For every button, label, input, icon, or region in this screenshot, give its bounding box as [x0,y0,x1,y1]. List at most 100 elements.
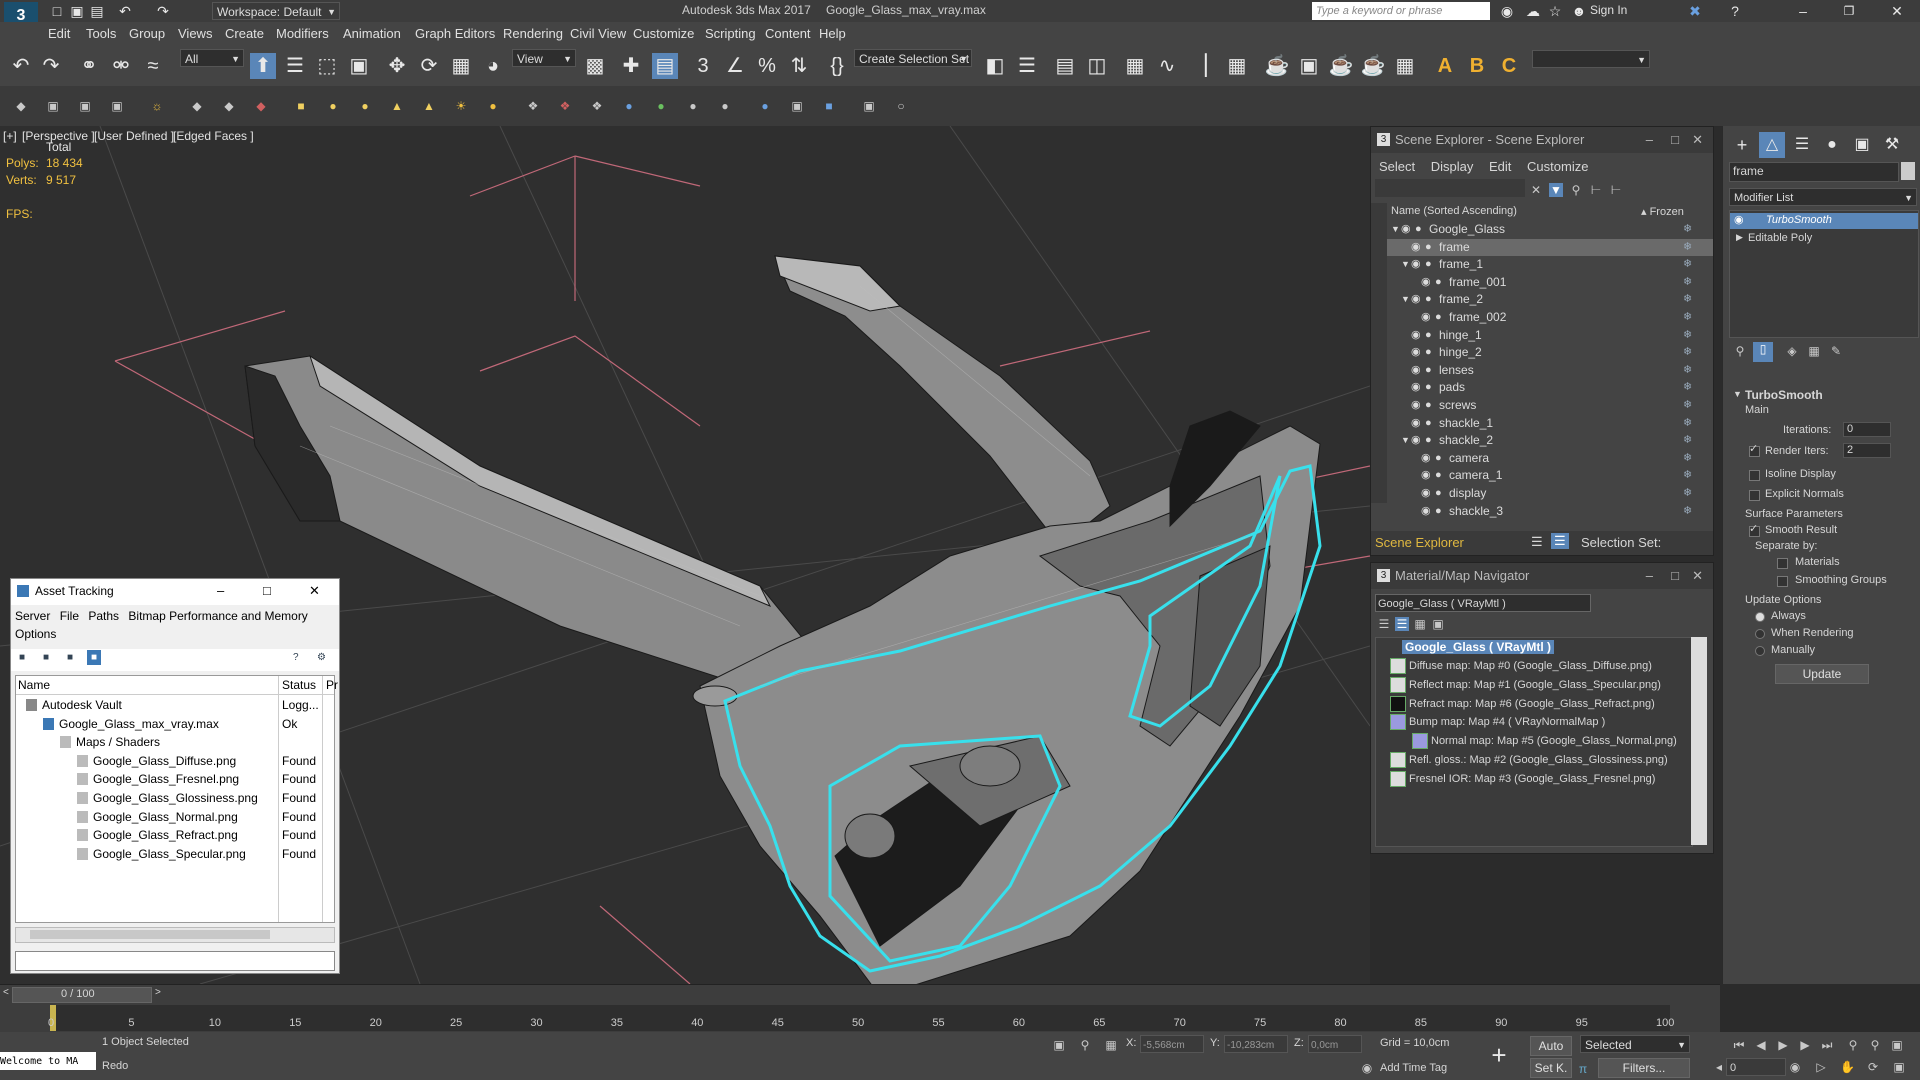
view-large-icons-icon[interactable]: ▣ [1431,617,1445,631]
col-header-name[interactable]: Name (Sorted Ascending) [1391,205,1517,217]
scene-tree-item[interactable]: ◉ ● lenses ❄ [1387,362,1713,379]
asset-row[interactable]: Google_Glass_Diffuse.png Found [16,752,334,770]
eye-icon[interactable]: ◉ [1411,327,1421,344]
spinner-snap-icon[interactable]: ⇅ [786,53,812,79]
se-menu-edit[interactable]: Edit [1489,159,1511,174]
reference-coord-dropdown[interactable]: View ▼ [512,49,576,67]
stack-item-turbosmooth[interactable]: ◉ TurboSmooth [1730,213,1918,229]
scene-tree-item[interactable]: ▼ ◉ ● frame_1 ❄ [1387,256,1713,273]
layer-icon[interactable]: ☰ [1531,534,1543,550]
render-activeshade-icon[interactable]: ▦ [1392,53,1418,79]
material-editor-icon[interactable]: ▦ [1224,53,1250,79]
material-map-item[interactable]: Reflect map: Map #1 (Google_Glass_Specul… [1390,676,1661,694]
show-end-result-icon[interactable]: ▯ [1753,342,1773,362]
vray-toolbar-icon-5[interactable]: ◆ [190,99,204,113]
asset-row[interactable]: Google_Glass_Specular.png Found [16,845,334,863]
freeze-icon[interactable]: ❄ [1683,432,1692,449]
scene-tree-item[interactable]: ▼ ◉ ● shackle_2 ❄ [1387,432,1713,449]
curve-editor-icon[interactable]: ∿ [1154,53,1180,79]
render-setup-icon[interactable]: ☕ [1264,53,1290,79]
key-selection-dropdown[interactable]: Selected ▼ [1580,1035,1690,1053]
rollout-collapse-icon[interactable]: ▼ [1733,389,1742,399]
freeze-icon[interactable]: ❄ [1683,309,1692,326]
asset-toolbar-icon-1[interactable]: ■ [19,652,25,663]
vray-toolbar-icon-13[interactable]: ▣ [862,99,876,113]
freeze-icon[interactable]: ❄ [1683,450,1692,467]
scene-tree-item[interactable]: ◉ ● shackle_3 ❄ [1387,503,1713,520]
render-toggle-icon[interactable]: ● [1425,291,1432,308]
vray-dome-light-icon[interactable]: ● [326,99,340,113]
material-map-item[interactable]: Fresnel IOR: Map #3 (Google_Glass_Fresne… [1390,770,1655,788]
asset-menu-options[interactable]: Options [15,627,56,641]
rotate-icon[interactable]: ⟳ [416,53,442,79]
menu-group[interactable]: Group [129,26,165,41]
freeze-icon[interactable]: ❄ [1683,415,1692,432]
asset-maximize-icon[interactable]: □ [263,583,271,598]
workspace-dropdown[interactable]: Workspace: Default ▼ [212,2,340,20]
unlink-icon[interactable]: ⚮ [108,53,134,79]
eye-icon[interactable]: ◉ [1421,309,1431,326]
eye-icon[interactable]: ◉ [1411,379,1421,396]
eye-icon[interactable]: ◉ [1421,467,1431,484]
vray-proxy-icon[interactable]: ❖ [526,99,540,113]
asset-toolbar-icon-4[interactable]: ■ [87,650,102,665]
material-map-item[interactable]: Refl. gloss.: Map #2 (Google_Glass_Gloss… [1390,752,1668,769]
motion-tab-icon[interactable]: ● [1819,132,1845,158]
menu-views[interactable]: Views [178,26,212,41]
pivot-center-icon[interactable]: ▩ [582,53,608,79]
expand-arrow-icon[interactable]: ▶ [1736,232,1743,243]
col-header-frozen[interactable]: ▴ Frozen [1641,205,1684,218]
display-tab-icon[interactable]: ▣ [1849,132,1875,158]
vray-toolbar-icon-10[interactable]: ● [758,99,772,113]
render-toggle-icon[interactable]: ● [1435,485,1442,502]
asset-row[interactable]: Maps / Shaders [16,733,334,751]
menu-animation[interactable]: Animation [343,26,401,41]
asset-toolbar-icon-2[interactable]: ■ [43,652,49,663]
expand-arrow-icon[interactable]: ▼ [1401,432,1410,449]
freeze-icon[interactable]: ❄ [1683,362,1692,379]
menu-customize[interactable]: Customize [633,26,694,41]
scene-tree-item[interactable]: ◉ ● pads ❄ [1387,379,1713,396]
eye-icon[interactable]: ◉ [1411,432,1421,449]
make-unique-icon[interactable]: ◈ [1785,344,1799,358]
matnav-minimize-icon[interactable]: – [1646,563,1653,589]
eye-icon[interactable]: ◉ [1411,415,1421,432]
asset-hscroll-thumb[interactable] [30,930,270,939]
object-name-field[interactable]: frame [1729,162,1899,182]
isolate-selection-icon[interactable]: ▣ [1052,1038,1066,1052]
se-menu-select[interactable]: Select [1379,159,1415,174]
vray-fur-icon[interactable]: ❖ [558,99,572,113]
render-toggle-icon[interactable]: ● [1425,239,1432,256]
field-of-view-icon[interactable]: ▷ [1814,1060,1828,1074]
render-toggle-icon[interactable]: ● [1425,432,1432,449]
layer-explorer-icon[interactable]: ◫ [1084,53,1110,79]
select-object-icon[interactable]: ⬆ [250,53,276,79]
auto-key-button[interactable]: Auto [1530,1036,1572,1056]
hierarchy-sort-icon[interactable]: ⊢ [1609,183,1623,197]
maxscript-listener[interactable]: Welcome to MA [0,1052,96,1070]
asset-col-name[interactable]: Name [18,678,50,692]
user-icon[interactable]: ☻ [1566,0,1592,24]
zoom-all-icon[interactable]: ⚲ [1868,1038,1882,1052]
freeze-icon[interactable]: ❄ [1683,239,1692,256]
time-tag-icon[interactable]: ◉ [1360,1061,1374,1075]
placement-icon[interactable]: ◕ [480,53,506,79]
sign-in-link[interactable]: Sign In [1590,3,1627,17]
undo-icon[interactable]: ↶ [8,53,34,79]
hierarchy-icon[interactable]: ⊢ [1589,183,1603,197]
render-toggle-icon[interactable]: ● [1425,397,1432,414]
scene-explorer-close-icon[interactable]: ✕ [1692,127,1703,153]
percent-snap-icon[interactable]: % [754,53,780,79]
matnav-name-field[interactable]: Google_Glass ( VRayMtl ) [1375,594,1591,612]
vray-ies-light-icon[interactable]: ▲ [422,99,436,113]
asset-help-icon[interactable]: ? [293,652,299,663]
asset-row[interactable]: Google_Glass_max_vray.max Ok [16,715,334,733]
asset-col-status[interactable]: Status [282,678,316,692]
scene-tree-item[interactable]: ◉ ● frame_001 ❄ [1387,274,1713,291]
restore-icon[interactable]: ❐ [1836,0,1862,24]
se-menu-display[interactable]: Display [1431,159,1474,174]
eye-icon[interactable]: ◉ [1411,291,1421,308]
material-map-item[interactable]: Bump map: Map #4 ( VRayNormalMap ) [1390,714,1605,731]
exchange-icon[interactable]: ✖ [1682,0,1708,24]
viewport-edged-faces-menu[interactable]: [Edged Faces ] [173,129,254,143]
